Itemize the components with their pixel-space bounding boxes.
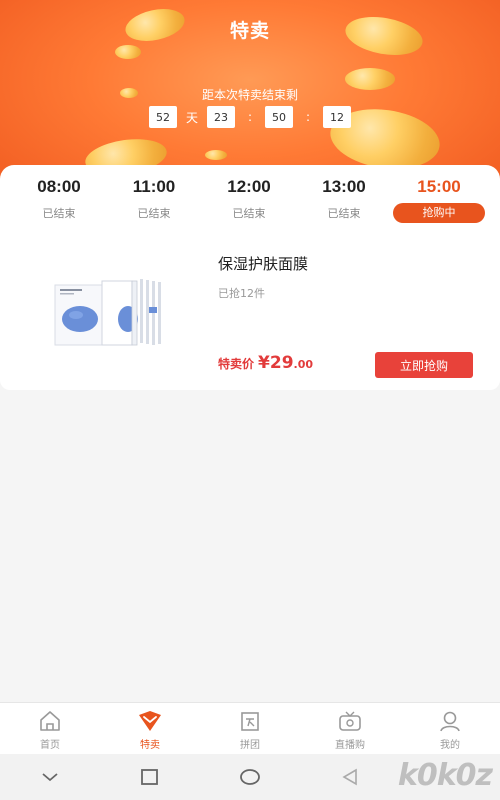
- sold-count: 已抢12件: [218, 287, 265, 300]
- tab-status: 已结束: [42, 207, 76, 220]
- system-recents-button[interactable]: [135, 762, 165, 792]
- tab-time: 08:00: [37, 177, 81, 196]
- bottom-nav: 首页 特卖 拼团 直播购 我的: [0, 702, 500, 754]
- system-back-button[interactable]: [35, 762, 65, 792]
- nav-item-profile[interactable]: 我的: [400, 703, 500, 754]
- flash-sale-icon: [139, 711, 161, 731]
- product-image[interactable]: [50, 277, 180, 349]
- countdown-minutes: 50: [265, 106, 293, 128]
- product-name[interactable]: 保湿护肤面膜: [218, 253, 308, 274]
- price-row: 特卖价 ¥ 29 .00: [218, 353, 313, 373]
- nav-label: 拼团: [240, 740, 260, 751]
- countdown-hours: 23: [207, 106, 235, 128]
- nav-label: 直播购: [335, 740, 365, 751]
- countdown-timer: 52 天 23 : 50 : 12: [0, 106, 500, 128]
- nav-item-home[interactable]: 首页: [0, 703, 100, 754]
- tab-time: 12:00: [227, 177, 271, 196]
- buy-now-button[interactable]: 立即抢购: [375, 352, 473, 378]
- nav-item-group-buy[interactable]: 拼团: [200, 703, 300, 754]
- group-buy-icon: [241, 712, 259, 731]
- time-slot-tabs: 08:00 已结束 11:00 已结束 12:00 已结束 13:00 已结束 …: [0, 177, 500, 227]
- tab-time: 13:00: [322, 177, 366, 196]
- coin-decoration: [115, 45, 141, 59]
- home-icon: [40, 711, 60, 731]
- tab-1200[interactable]: 12:00 已结束: [201, 177, 297, 221]
- system-home-button[interactable]: [235, 762, 265, 792]
- countdown-seconds: 12: [323, 106, 351, 128]
- profile-icon: [440, 711, 460, 732]
- countdown-separator: :: [305, 110, 311, 124]
- countdown-separator: :: [247, 110, 253, 124]
- tab-0800[interactable]: 08:00 已结束: [11, 177, 107, 221]
- nav-label: 首页: [40, 740, 60, 751]
- nav-item-live[interactable]: 直播购: [300, 703, 400, 754]
- nav-label: 特卖: [140, 740, 160, 751]
- tab-1100[interactable]: 11:00 已结束: [106, 177, 202, 221]
- price-label: 特卖价: [218, 357, 255, 371]
- price-currency: ¥: [258, 353, 270, 373]
- tab-time: 15:00: [417, 177, 461, 196]
- sale-panel: 08:00 已结束 11:00 已结束 12:00 已结束 13:00 已结束 …: [0, 165, 500, 390]
- live-tv-icon: [339, 711, 361, 731]
- watermark-logo: k0k0z: [397, 758, 493, 793]
- tab-time: 11:00: [132, 177, 176, 196]
- nav-label: 我的: [440, 740, 460, 751]
- tab-status-badge: 抢购中: [393, 203, 485, 223]
- tab-status: 已结束: [327, 207, 361, 220]
- countdown-days: 52: [149, 106, 177, 128]
- tab-1300[interactable]: 13:00 已结束: [296, 177, 392, 221]
- circle-icon: [240, 769, 260, 785]
- back-triangle-icon: [342, 768, 357, 786]
- coin-decoration: [205, 150, 227, 160]
- price-value: 29: [269, 353, 294, 373]
- page-title: 特卖: [229, 20, 270, 42]
- tab-status: 已结束: [137, 207, 171, 220]
- countdown-label: 距本次特卖结束剩: [201, 88, 298, 102]
- square-icon: [141, 769, 158, 785]
- price-decimal: .00: [293, 358, 314, 371]
- countdown-day-unit: 天: [185, 110, 198, 125]
- chevron-down-icon: [42, 773, 58, 782]
- tab-1500[interactable]: 15:00 抢购中: [391, 177, 487, 223]
- nav-item-flash-sale[interactable]: 特卖: [100, 703, 200, 754]
- tab-status: 已结束: [232, 207, 266, 220]
- system-overview-button[interactable]: [335, 762, 365, 792]
